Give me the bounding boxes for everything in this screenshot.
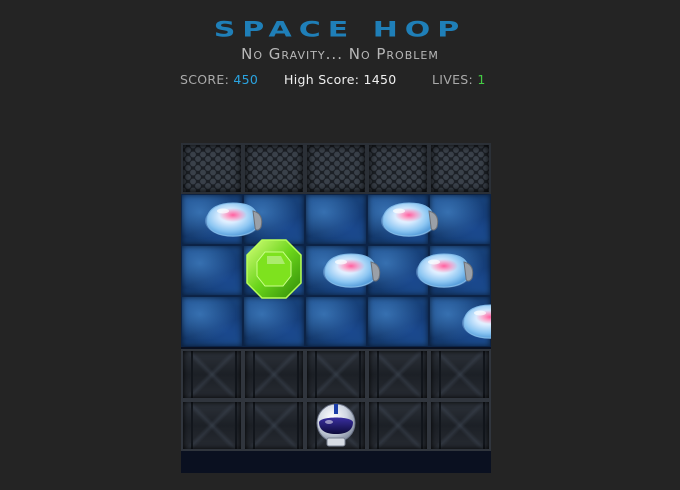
water-tile [305,194,367,245]
game-board[interactable] [181,143,491,473]
board-row [181,143,491,194]
metal-floor-tile [367,349,429,400]
jellyfish-enemy [414,250,476,290]
astronaut-player[interactable] [313,402,359,448]
metal-floor-tile [243,400,305,451]
jellyfish-enemy [460,301,491,341]
hex-wall-tile [429,143,491,194]
high-score-label: High Score: [284,72,360,87]
water-tile [367,296,429,347]
hex-wall-tile [181,143,243,194]
jellyfish-enemy [379,199,441,239]
metal-floor-tile [367,400,429,451]
lives-label: LIVES: [432,72,474,87]
metal-floor-tile [181,349,243,400]
metal-floor-tile [243,349,305,400]
jellyfish-enemy [203,199,265,239]
hex-wall-tile [305,143,367,194]
metal-floor-tile [305,349,367,400]
green-gem [245,238,303,300]
lives-display: LIVES: 1 [432,72,486,87]
board-row [181,349,491,400]
metal-floor-tile [429,349,491,400]
lives-value: 1 [477,72,486,87]
score-display: SCORE: 450 [180,72,258,87]
score-value: 450 [233,72,259,87]
high-score-value: 1450 [363,72,397,87]
water-tile [181,245,243,296]
metal-floor-tile [429,400,491,451]
game-title: SPACE HOP [213,17,467,43]
score-label: SCORE: [180,72,230,87]
hex-wall-tile [243,143,305,194]
metal-floor-tile [181,400,243,451]
board-row [181,296,491,347]
jellyfish-enemy [321,250,383,290]
water-tile [181,296,243,347]
water-tile [305,296,367,347]
game-subtitle: No Gravity... No Problem [241,45,439,63]
water-tile [243,296,305,347]
hex-wall-tile [367,143,429,194]
high-score-display: High Score: 1450 [284,72,397,87]
